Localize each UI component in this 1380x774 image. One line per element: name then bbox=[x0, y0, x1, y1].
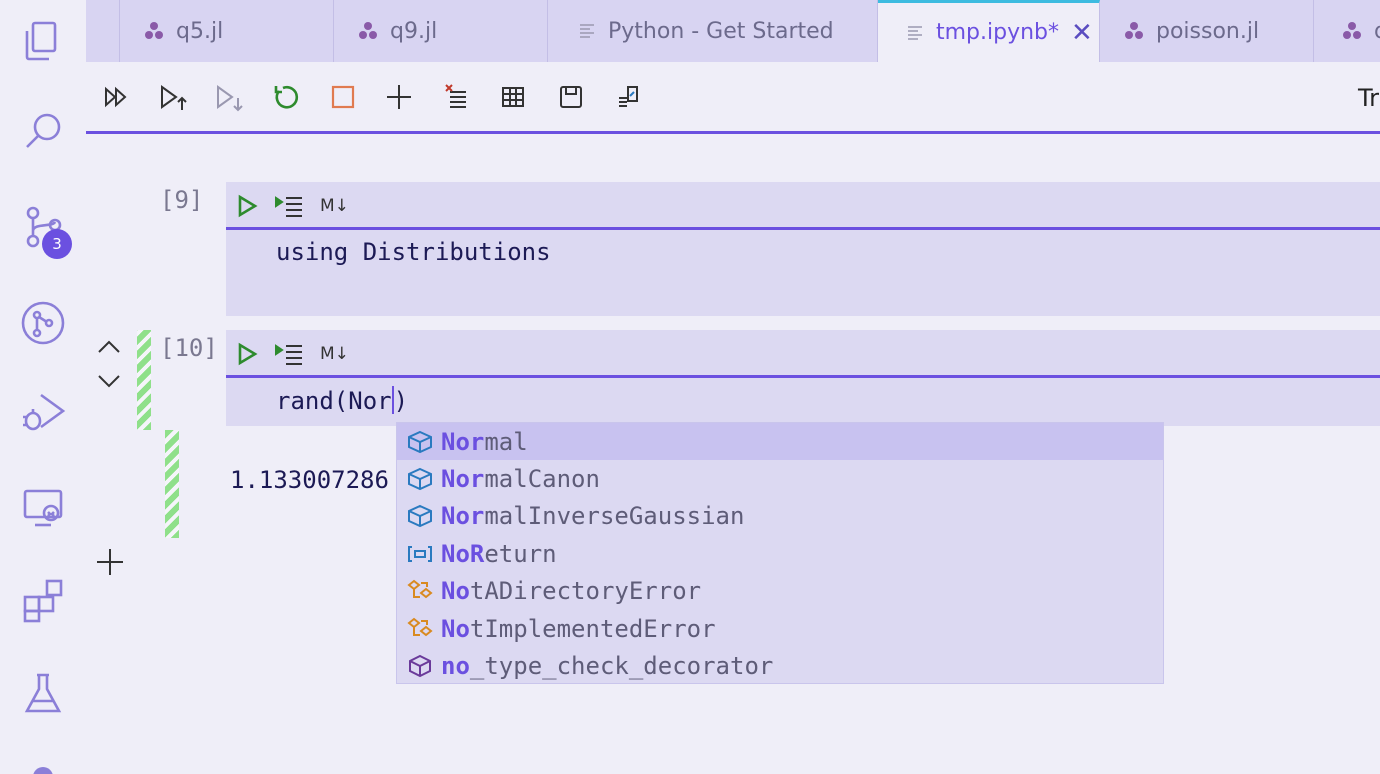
variables-table-icon[interactable] bbox=[496, 80, 530, 114]
struct-icon bbox=[405, 427, 435, 457]
run-above-icon[interactable] bbox=[156, 80, 190, 114]
trailing-toolbar-label[interactable]: Tr bbox=[1358, 84, 1379, 112]
markdown-toggle[interactable]: M↓ bbox=[320, 340, 349, 368]
suggestion-match: NoR bbox=[441, 539, 485, 568]
suggestion-match: Nor bbox=[441, 464, 485, 493]
tab-overflow bbox=[86, 0, 120, 62]
chevron-up-icon[interactable] bbox=[96, 334, 122, 364]
remote-explorer-icon[interactable] bbox=[16, 480, 70, 534]
git-graph-icon[interactable] bbox=[16, 296, 70, 350]
suggestion-rest: eturn bbox=[484, 539, 557, 568]
run-by-line-icon[interactable] bbox=[274, 192, 304, 220]
save-icon[interactable] bbox=[554, 80, 588, 114]
tab-label: q9.jl bbox=[390, 18, 438, 44]
run-by-line-icon[interactable] bbox=[274, 340, 304, 368]
explorer-icon[interactable] bbox=[16, 14, 70, 68]
suggestion-item[interactable]: Nor mal bbox=[397, 423, 1163, 460]
code-cell[interactable]: M↓ using Distributions bbox=[226, 182, 1380, 316]
julia-icon bbox=[1124, 21, 1144, 41]
run-all-icon[interactable] bbox=[100, 80, 134, 114]
search-icon[interactable] bbox=[16, 104, 70, 158]
cell-status-stripe bbox=[137, 330, 151, 430]
tab-label: q5.jl bbox=[176, 18, 224, 44]
suggestion-rest: _type_check_decorator bbox=[469, 651, 774, 680]
add-cell-plus-icon[interactable] bbox=[94, 546, 126, 582]
testing-flask-icon[interactable] bbox=[16, 666, 70, 720]
tab-label: tmp.ipynb* bbox=[936, 20, 1060, 45]
cell-output: 1.133007286 bbox=[230, 466, 389, 494]
extensions-icon[interactable] bbox=[16, 572, 70, 626]
cell-code-after-cursor: ) bbox=[393, 387, 409, 415]
suggestion-match: Nor bbox=[441, 427, 485, 456]
suggestion-match: no bbox=[441, 651, 470, 680]
code-cell-active[interactable]: M↓ rand(Nor) bbox=[226, 330, 1380, 426]
struct-icon bbox=[405, 464, 435, 494]
restart-icon[interactable] bbox=[270, 80, 304, 114]
chevron-down-icon[interactable] bbox=[96, 368, 122, 398]
cell-toolbar: M↓ bbox=[226, 182, 1380, 230]
tab-truncated[interactable]: q bbox=[1314, 0, 1380, 62]
cell-toolbar: M↓ bbox=[226, 330, 1380, 378]
enum-icon bbox=[405, 539, 435, 569]
vscode-window: 3 q5.jl q9.jl Python - Get Started tmp.i… bbox=[0, 0, 1380, 774]
julia-icon bbox=[1342, 21, 1362, 41]
suggestion-item[interactable]: No tImplementedError bbox=[397, 610, 1163, 647]
activity-bar: 3 bbox=[0, 0, 86, 774]
export-icon[interactable] bbox=[612, 80, 646, 114]
autocomplete-suggestions: Nor mal Nor malCanon Nor malInverseGaussian No… bbox=[396, 422, 1164, 684]
suggestion-item[interactable]: Nor malInverseGaussian bbox=[397, 498, 1163, 535]
module-icon bbox=[405, 651, 435, 681]
notebook-toolbar: Tr bbox=[86, 62, 1380, 134]
tab-q5[interactable]: q5.jl bbox=[120, 0, 334, 62]
suggestion-rest: malInverseGaussian bbox=[484, 502, 745, 531]
class-icon bbox=[405, 576, 435, 606]
suggestion-item[interactable]: NoR eturn bbox=[397, 535, 1163, 572]
tab-tmp-ipynb[interactable]: tmp.ipynb* ✕ bbox=[878, 0, 1100, 62]
scm-count-badge: 3 bbox=[42, 229, 72, 259]
add-cell-icon[interactable] bbox=[382, 80, 416, 114]
run-cell-icon[interactable] bbox=[236, 192, 258, 220]
file-lines-icon bbox=[906, 24, 924, 42]
tab-label: q bbox=[1374, 19, 1380, 44]
run-below-icon[interactable] bbox=[212, 80, 246, 114]
close-icon[interactable]: ✕ bbox=[1071, 18, 1093, 48]
suggestion-rest: tADirectoryError bbox=[469, 577, 702, 606]
cell-code: rand(Nor bbox=[276, 387, 392, 415]
markdown-toggle[interactable]: M↓ bbox=[320, 192, 349, 220]
suggestion-item[interactable]: Nor malCanon bbox=[397, 460, 1163, 497]
tab-q9[interactable]: q9.jl bbox=[334, 0, 548, 62]
editor-tab-bar: q5.jl q9.jl Python - Get Started tmp.ipy… bbox=[86, 0, 1380, 62]
run-debug-icon[interactable] bbox=[16, 384, 70, 438]
run-cell-icon[interactable] bbox=[236, 340, 258, 368]
suggestion-rest: malCanon bbox=[484, 464, 600, 493]
suggestion-rest: mal bbox=[484, 427, 528, 456]
class-icon bbox=[405, 614, 435, 644]
account-icon[interactable] bbox=[16, 750, 70, 774]
tab-label: poisson.jl bbox=[1156, 18, 1260, 44]
cell-code[interactable]: using Distributions bbox=[276, 238, 551, 266]
output-status-stripe bbox=[165, 430, 179, 538]
julia-icon bbox=[144, 21, 164, 41]
clear-outputs-icon[interactable] bbox=[440, 80, 474, 114]
tab-poisson[interactable]: poisson.jl bbox=[1100, 0, 1314, 62]
suggestion-rest: tImplementedError bbox=[469, 614, 716, 643]
interrupt-stop-icon[interactable] bbox=[326, 80, 360, 114]
suggestion-item[interactable]: no _type_check_decorator bbox=[397, 647, 1163, 684]
file-lines-icon bbox=[578, 22, 596, 40]
julia-icon bbox=[358, 21, 378, 41]
suggestion-match: Nor bbox=[441, 502, 485, 531]
cell-execution-count: [10] bbox=[160, 334, 218, 362]
cell-code-editor[interactable]: rand(Nor) bbox=[276, 386, 408, 415]
cell-execution-count: [9] bbox=[160, 186, 204, 214]
suggestion-item[interactable]: No tADirectoryError bbox=[397, 573, 1163, 610]
tab-python-get-started[interactable]: Python - Get Started bbox=[548, 0, 878, 62]
suggestion-match: No bbox=[441, 614, 470, 643]
suggestion-match: No bbox=[441, 577, 470, 606]
struct-icon bbox=[405, 501, 435, 531]
tab-label: Python - Get Started bbox=[608, 18, 834, 44]
